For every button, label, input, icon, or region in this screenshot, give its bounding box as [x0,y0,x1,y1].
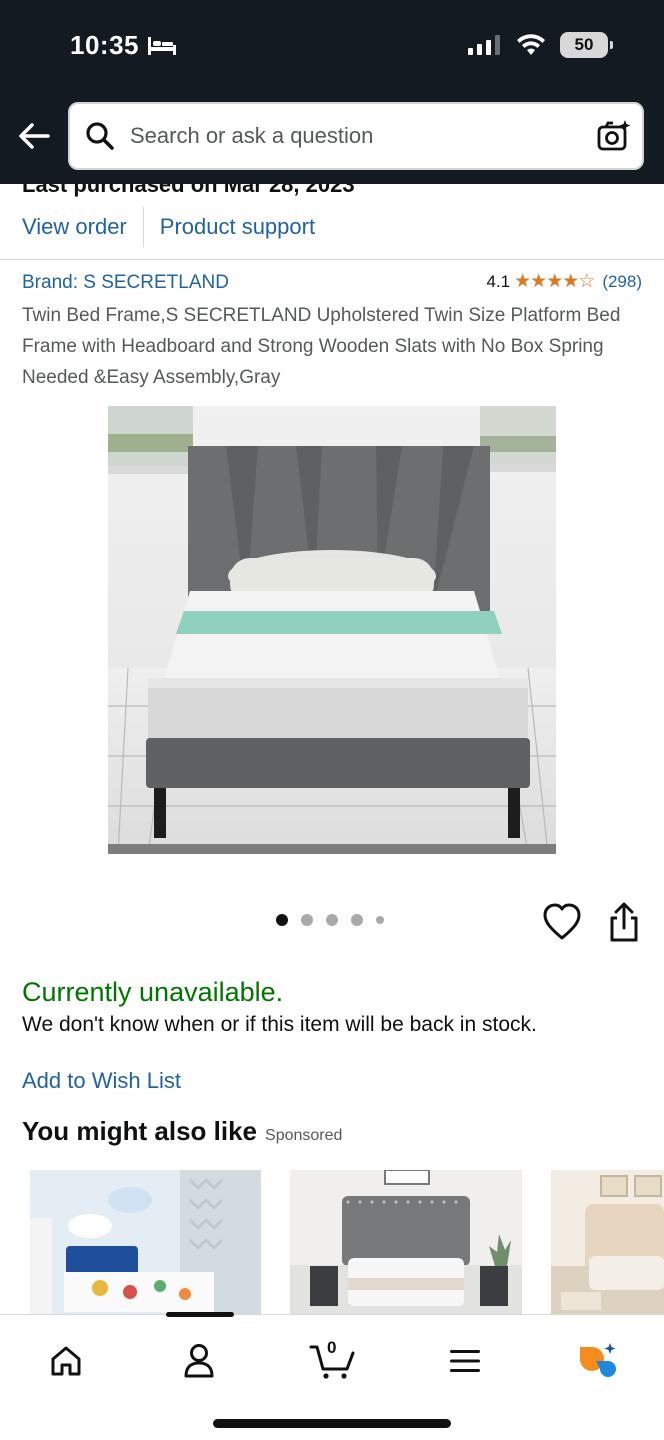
nav-account[interactable] [171,1333,227,1389]
status-time: 10:35 [70,30,177,61]
availability-status: Currently unavailable. [22,977,284,1007]
page-dot[interactable] [376,916,384,924]
view-order-link[interactable]: View order [22,214,127,240]
section-divider [0,259,664,260]
status-indicators: 50 [468,32,613,58]
product-support-link[interactable]: Product support [160,214,315,240]
search-input[interactable] [130,123,586,149]
page-dot[interactable] [351,914,363,926]
account-icon [184,1344,214,1378]
battery-indicator: 50 [560,32,613,58]
add-to-wish-list-link[interactable]: Add to Wish List [22,1068,181,1094]
recommended-product-image [30,1170,261,1315]
wishlist-heart-button[interactable] [540,900,584,944]
recommendations-header: You might also like Sponsored [22,1116,342,1147]
home-indicator [213,1419,451,1428]
top-header: 10:35 50 [0,0,664,184]
search-icon [70,106,130,166]
stock-note: We don't know when or if this item will … [22,1013,537,1036]
recommended-product-card[interactable] [551,1170,664,1315]
nav-cart[interactable]: 0 [304,1333,360,1389]
wifi-icon [517,34,545,55]
active-tab-indicator [166,1312,234,1317]
recommendations-heading: You might also like [22,1116,258,1146]
heart-icon [543,903,581,940]
image-pagination[interactable] [276,914,384,926]
recommended-product-card[interactable] [290,1170,522,1315]
recommended-product-image [290,1170,522,1315]
bed-focus-icon [148,36,176,55]
cart-count: 0 [327,1338,337,1357]
page-dot[interactable] [301,914,313,926]
recommended-product-card[interactable] [30,1170,261,1315]
home-icon [51,1346,81,1376]
product-image[interactable] [108,406,556,854]
recommended-product-image [551,1170,664,1315]
link-separator [142,207,144,247]
back-button[interactable] [16,118,56,158]
menu-icon [450,1350,480,1372]
brand-link[interactable]: Brand: S SECRETLAND [22,272,229,294]
order-links: View order Product support [22,206,315,248]
page-dot-active[interactable] [276,914,288,926]
back-arrow-icon [19,123,50,149]
star-rating-icon: ★★★★☆ [514,271,595,292]
clock-text: 10:35 [70,30,139,60]
share-button[interactable] [604,900,644,944]
camera-search-icon[interactable] [586,108,642,164]
signal-icon [468,35,500,55]
rating-value: 4.1 [486,271,511,291]
nav-menu[interactable] [437,1333,493,1389]
page-dot[interactable] [326,914,338,926]
rating-count[interactable]: (298) [602,272,642,292]
sponsored-label: Sponsored [265,1127,343,1144]
product-title: Twin Bed Frame,S SECRETLAND Upholstered … [22,305,621,388]
rufus-assistant-icon [580,1343,616,1377]
share-icon [610,902,638,942]
nav-rufus[interactable] [568,1333,624,1389]
bottom-nav-bar: 0 [0,1312,664,1440]
rating-summary[interactable]: 4.1 ★★★★☆ (298) [487,270,643,293]
nav-home[interactable] [38,1333,94,1389]
search-bar[interactable] [68,102,644,170]
